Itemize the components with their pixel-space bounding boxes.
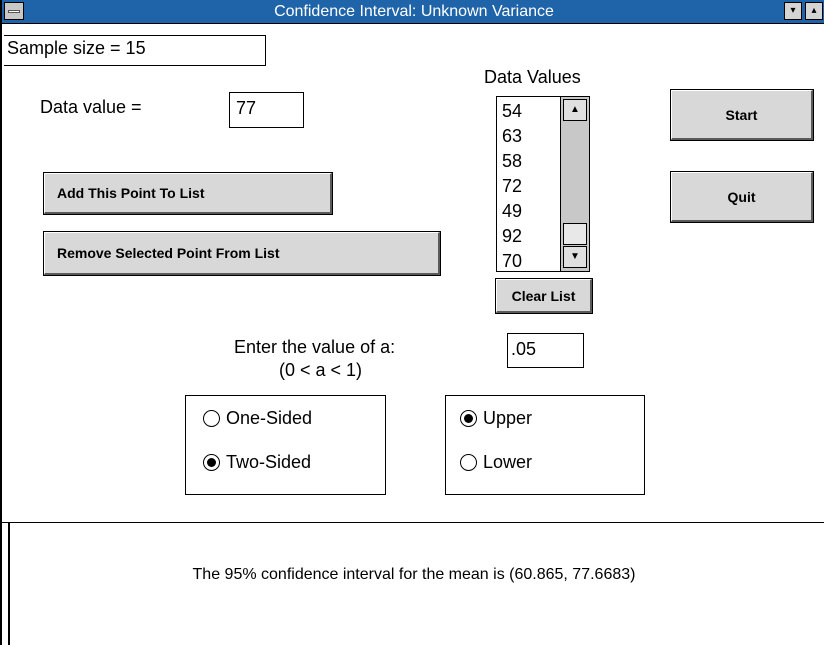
title-bar[interactable]: Confidence Interval: Unknown Variance ▾ … xyxy=(2,0,824,24)
data-values-list[interactable]: 54 63 58 72 49 92 70 ▲ ▼ xyxy=(496,96,590,272)
one-sided-radio[interactable] xyxy=(203,410,220,427)
app-window: Confidence Interval: Unknown Variance ▾ … xyxy=(0,0,824,645)
list-item[interactable]: 49 xyxy=(502,199,522,224)
two-sided-radio[interactable] xyxy=(203,454,220,471)
list-item[interactable]: 58 xyxy=(502,149,522,174)
upper-label: Upper xyxy=(483,408,533,428)
lower-label: Lower xyxy=(483,452,533,472)
remove-point-button[interactable]: Remove Selected Point From List xyxy=(43,231,441,276)
one-sided-option[interactable]: One-Sided xyxy=(203,408,312,429)
two-sided-option[interactable]: Two-Sided xyxy=(203,452,311,473)
one-sided-label: One-Sided xyxy=(226,408,313,428)
data-values-items: 54 63 58 72 49 92 70 xyxy=(502,99,522,274)
add-point-button[interactable]: Add This Point To List xyxy=(43,172,333,215)
list-scrollbar[interactable]: ▲ ▼ xyxy=(560,97,589,271)
result-text: The 95% confidence interval for the mean… xyxy=(192,566,636,583)
clear-list-button[interactable]: Clear List xyxy=(495,278,593,314)
list-item[interactable]: 92 xyxy=(502,224,522,249)
list-item[interactable]: 70 xyxy=(502,249,522,274)
sample-size-label: Sample size = 15 xyxy=(4,35,266,66)
lower-radio[interactable] xyxy=(460,454,477,471)
maximize-button[interactable]: ▴ xyxy=(805,2,823,20)
list-item[interactable]: 63 xyxy=(502,124,522,149)
data-values-heading: Data Values xyxy=(484,67,581,87)
two-sided-label: Two-Sided xyxy=(226,452,312,472)
bound-group: Upper Lower xyxy=(445,395,645,495)
scroll-down-icon[interactable]: ▼ xyxy=(563,246,587,268)
divider xyxy=(2,522,824,523)
data-value-label: Data value = xyxy=(40,97,142,117)
panel-left-edge xyxy=(8,523,10,645)
lower-option[interactable]: Lower xyxy=(460,452,532,473)
window-title: Confidence Interval: Unknown Variance xyxy=(274,3,554,20)
data-value-input[interactable]: 77 xyxy=(229,92,304,128)
upper-option[interactable]: Upper xyxy=(460,408,532,429)
upper-radio[interactable] xyxy=(460,410,477,427)
list-item[interactable]: 72 xyxy=(502,174,522,199)
alpha-prompt: Enter the value of a: xyxy=(234,337,396,357)
minimize-button[interactable]: ▾ xyxy=(784,2,802,20)
list-item[interactable]: 54 xyxy=(502,99,522,124)
alpha-input[interactable]: .05 xyxy=(507,333,584,368)
scroll-up-icon[interactable]: ▲ xyxy=(563,99,587,121)
sided-group: One-Sided Two-Sided xyxy=(185,395,386,495)
scroll-thumb[interactable] xyxy=(563,223,587,245)
alpha-range: (0 < a < 1) xyxy=(279,360,363,380)
start-button[interactable]: Start xyxy=(670,89,814,141)
quit-button[interactable]: Quit xyxy=(670,171,814,223)
